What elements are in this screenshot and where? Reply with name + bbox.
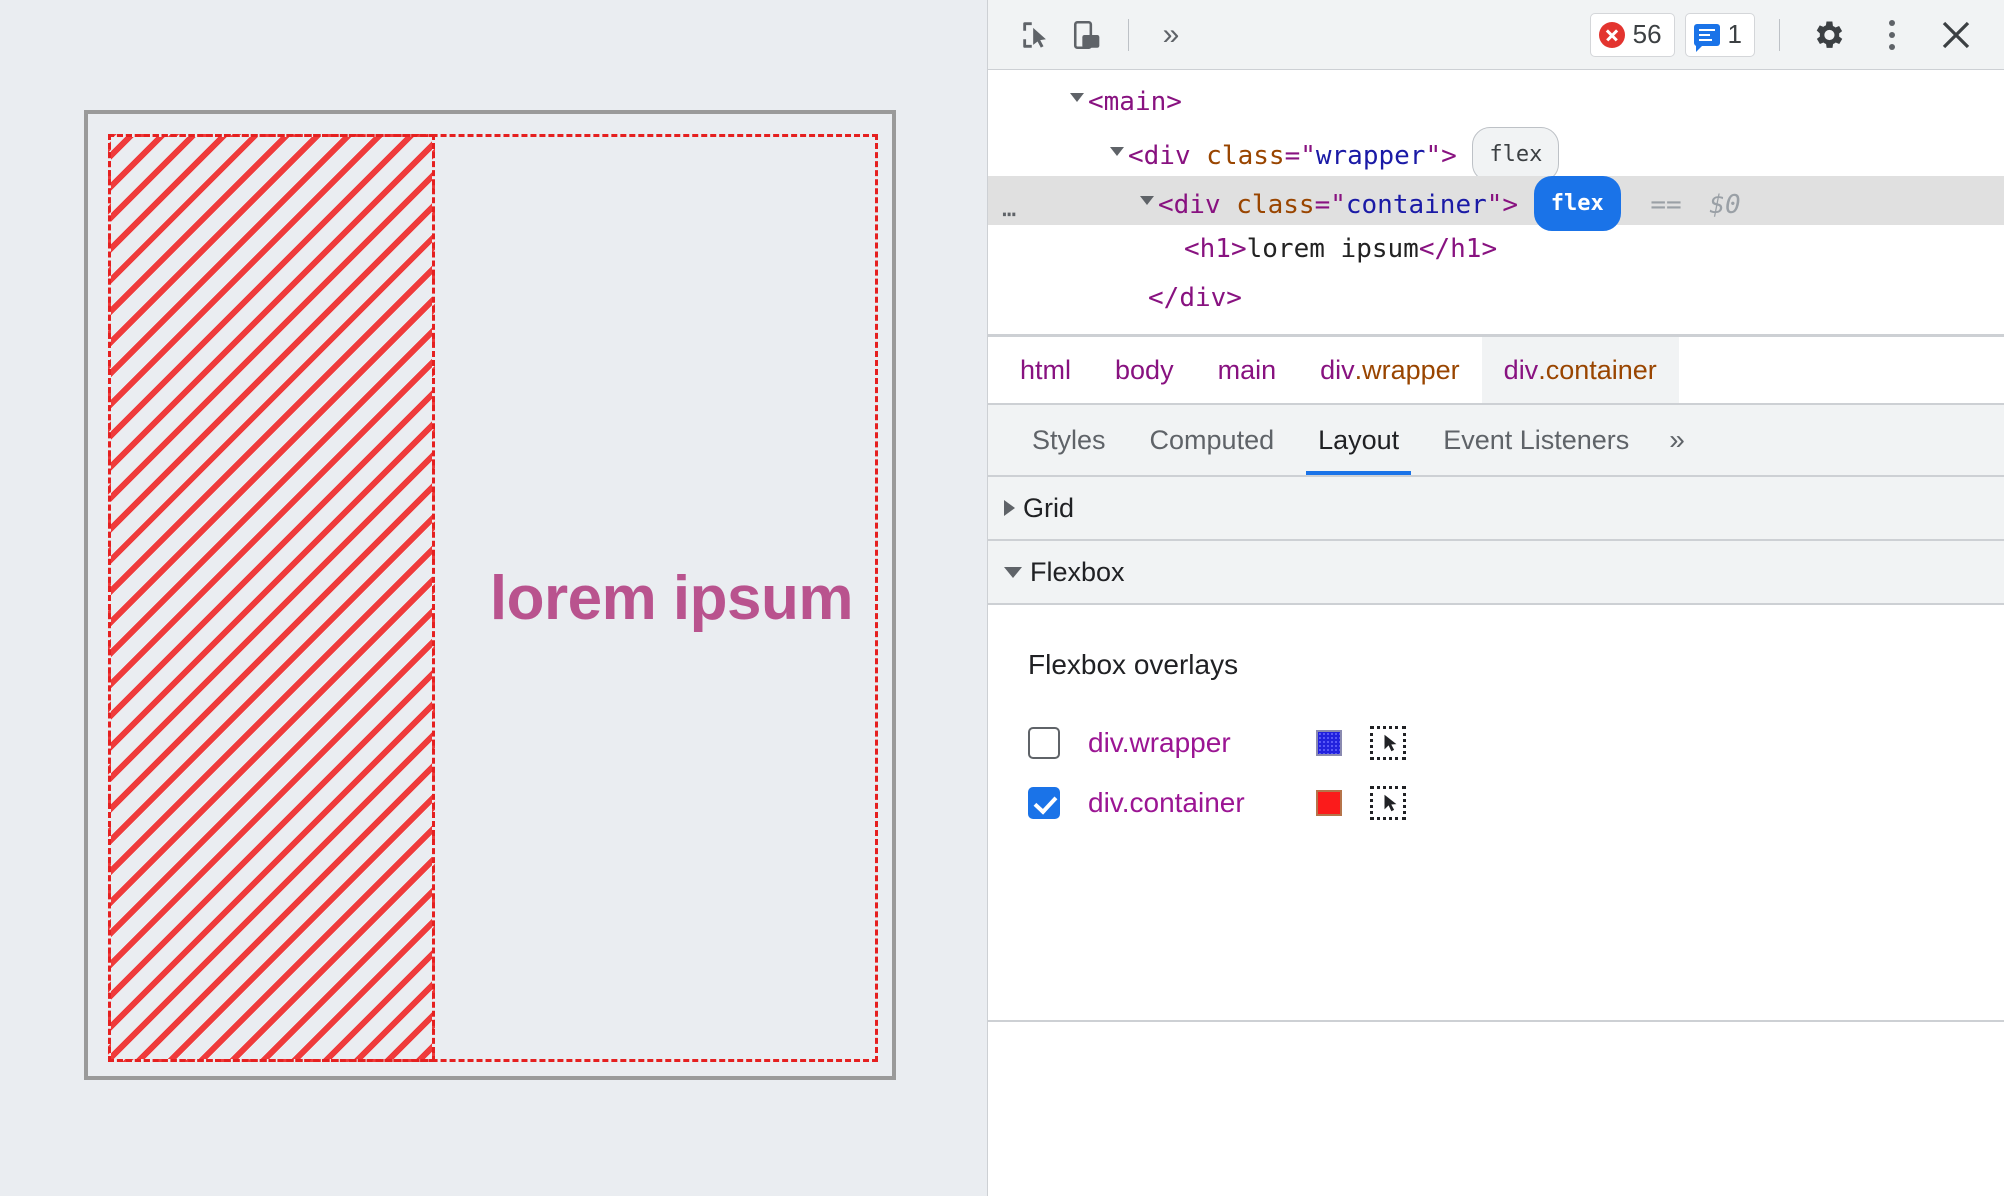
dom-attr-class-label-2: class: [1236, 190, 1315, 220]
breadcrumb-tag: div: [1320, 354, 1355, 385]
tabs-overflow-icon[interactable]: »: [1651, 405, 1703, 475]
dom-attr-class-label: class: [1206, 141, 1285, 171]
dom-h1-text: lorem ipsum: [1246, 234, 1419, 264]
dom-tag-h1-open: h1: [1199, 234, 1231, 264]
section-grid[interactable]: Grid: [988, 477, 2004, 541]
dom-equals-sign: ==: [1650, 190, 1682, 220]
chevron-down-icon[interactable]: [1070, 93, 1084, 109]
element-picker-icon[interactable]: [1370, 786, 1406, 820]
breadcrumb-class: .wrapper: [1354, 354, 1460, 385]
breadcrumb-item-div-wrapper[interactable]: div .wrapper: [1298, 337, 1482, 403]
overlay-checkbox-container[interactable]: [1028, 787, 1060, 819]
flex-container-overlay: lorem ipsum: [108, 134, 878, 1062]
flex-badge-container[interactable]: flex: [1533, 176, 1621, 231]
chevron-down-icon[interactable]: [1110, 147, 1124, 163]
breadcrumb[interactable]: html body main div .wrapper div .container: [988, 337, 2004, 405]
kebab-menu-icon[interactable]: [1866, 9, 1918, 61]
breadcrumb-tag: body: [1115, 354, 1174, 385]
dom-tag-div-close-1: div: [1179, 283, 1227, 313]
message-count-label: 1: [1727, 19, 1742, 49]
dom-node-wrapper[interactable]: <div class="wrapper"> flex: [988, 127, 2004, 182]
dom-tag-h1-close: h1: [1450, 234, 1482, 264]
overlay-row-wrapper[interactable]: div.wrapper: [1028, 715, 2004, 771]
toolbar-divider-2: [1779, 18, 1780, 51]
flex-badge-wrapper[interactable]: flex: [1472, 127, 1560, 182]
error-count-label: 56: [1632, 19, 1662, 49]
flexbox-panel-body: Flexbox overlays div.wrapper div.contain…: [988, 605, 2004, 1010]
breadcrumb-class: .container: [1538, 354, 1657, 385]
overlay-checkbox-wrapper[interactable]: [1028, 727, 1060, 759]
breadcrumb-item-body[interactable]: body: [1093, 337, 1196, 403]
dom-tree[interactable]: <main> <div class="wrapper"> flex ⋯ <div…: [988, 70, 2004, 337]
tab-event-listeners[interactable]: Event Listeners: [1421, 405, 1651, 475]
chevron-right-icon[interactable]: [1004, 500, 1015, 516]
message-count-badge[interactable]: 1: [1684, 12, 1755, 57]
page-viewport: lorem ipsum: [0, 0, 987, 1196]
dom-node-container-close[interactable]: </div>: [988, 274, 2004, 323]
dom-node-h1[interactable]: <h1>lorem ipsum</h1>: [988, 225, 2004, 274]
section-grid-label: Grid: [1023, 492, 1075, 523]
panel-empty-area: [988, 1021, 2004, 1196]
dom-tag-div-close-2: div: [1141, 332, 1188, 334]
error-count-badge[interactable]: 56: [1589, 12, 1675, 57]
chevron-down-icon[interactable]: [1140, 196, 1154, 212]
flex-free-space-hatch: [108, 134, 435, 1062]
device-toggle-icon[interactable]: [1062, 9, 1114, 61]
overlay-row-container[interactable]: div.container: [1028, 775, 2004, 831]
overlay-label-wrapper: div.wrapper: [1088, 727, 1231, 758]
breadcrumb-tag: main: [1217, 354, 1277, 385]
flexbox-overlays-title: Flexbox overlays: [1028, 649, 1239, 680]
close-icon[interactable]: [1930, 9, 1982, 61]
dom-node-main[interactable]: <main>: [988, 78, 2004, 127]
dom-attr-value-container: container: [1345, 190, 1487, 220]
breadcrumb-item-div-container[interactable]: div .container: [1481, 337, 1679, 403]
page-wrapper-element: lorem ipsum: [84, 110, 896, 1080]
devtools-toolbar: » 56 1: [988, 0, 2004, 70]
dom-attr-value-wrapper: wrapper: [1315, 141, 1426, 171]
breadcrumb-tag: html: [1020, 354, 1072, 385]
page-heading: lorem ipsum: [489, 563, 854, 633]
section-flexbox-label: Flexbox: [1030, 556, 1125, 587]
dom-tag-main-label: main: [1103, 87, 1167, 117]
tab-styles[interactable]: Styles: [1010, 405, 1128, 475]
dom-node-wrapper-close[interactable]: </div>: [988, 323, 2004, 334]
overlay-color-swatch-wrapper[interactable]: [1316, 730, 1342, 756]
breadcrumb-item-html[interactable]: html: [998, 337, 1093, 403]
message-icon: [1693, 23, 1720, 52]
toolbar-more-panels[interactable]: »: [1143, 7, 1199, 63]
devtools-window: lorem ipsum » 56 1 <main> <div class="wr…: [0, 0, 2004, 1196]
element-picker-icon[interactable]: [1370, 726, 1406, 760]
tab-layout[interactable]: Layout: [1296, 405, 1421, 475]
tab-computed[interactable]: Computed: [1128, 405, 1297, 475]
gear-icon[interactable]: [1802, 9, 1854, 61]
dom-tag-div-label-2: div: [1173, 190, 1221, 220]
inspect-cursor-icon[interactable]: [1010, 9, 1062, 61]
dom-node-container[interactable]: ⋯ <div class="container"> flex == $0: [988, 176, 2004, 231]
chevron-down-icon[interactable]: [1004, 566, 1022, 578]
devtools-panel: » 56 1 <main> <div class="wrapper"> flex…: [987, 0, 2004, 1196]
dom-tag-div-label: div: [1143, 141, 1191, 171]
error-icon: [1598, 21, 1625, 48]
toolbar-divider: [1128, 18, 1129, 51]
breadcrumb-item-main[interactable]: main: [1196, 337, 1299, 403]
panel-tabs[interactable]: Styles Computed Layout Event Listeners »: [988, 405, 2004, 477]
overlay-label-container: div.container: [1088, 787, 1245, 818]
section-flexbox[interactable]: Flexbox: [988, 541, 2004, 605]
dom-console-ref: $0: [1709, 190, 1741, 220]
breadcrumb-tag: div: [1503, 354, 1539, 385]
overlay-color-swatch-container[interactable]: [1316, 790, 1342, 816]
